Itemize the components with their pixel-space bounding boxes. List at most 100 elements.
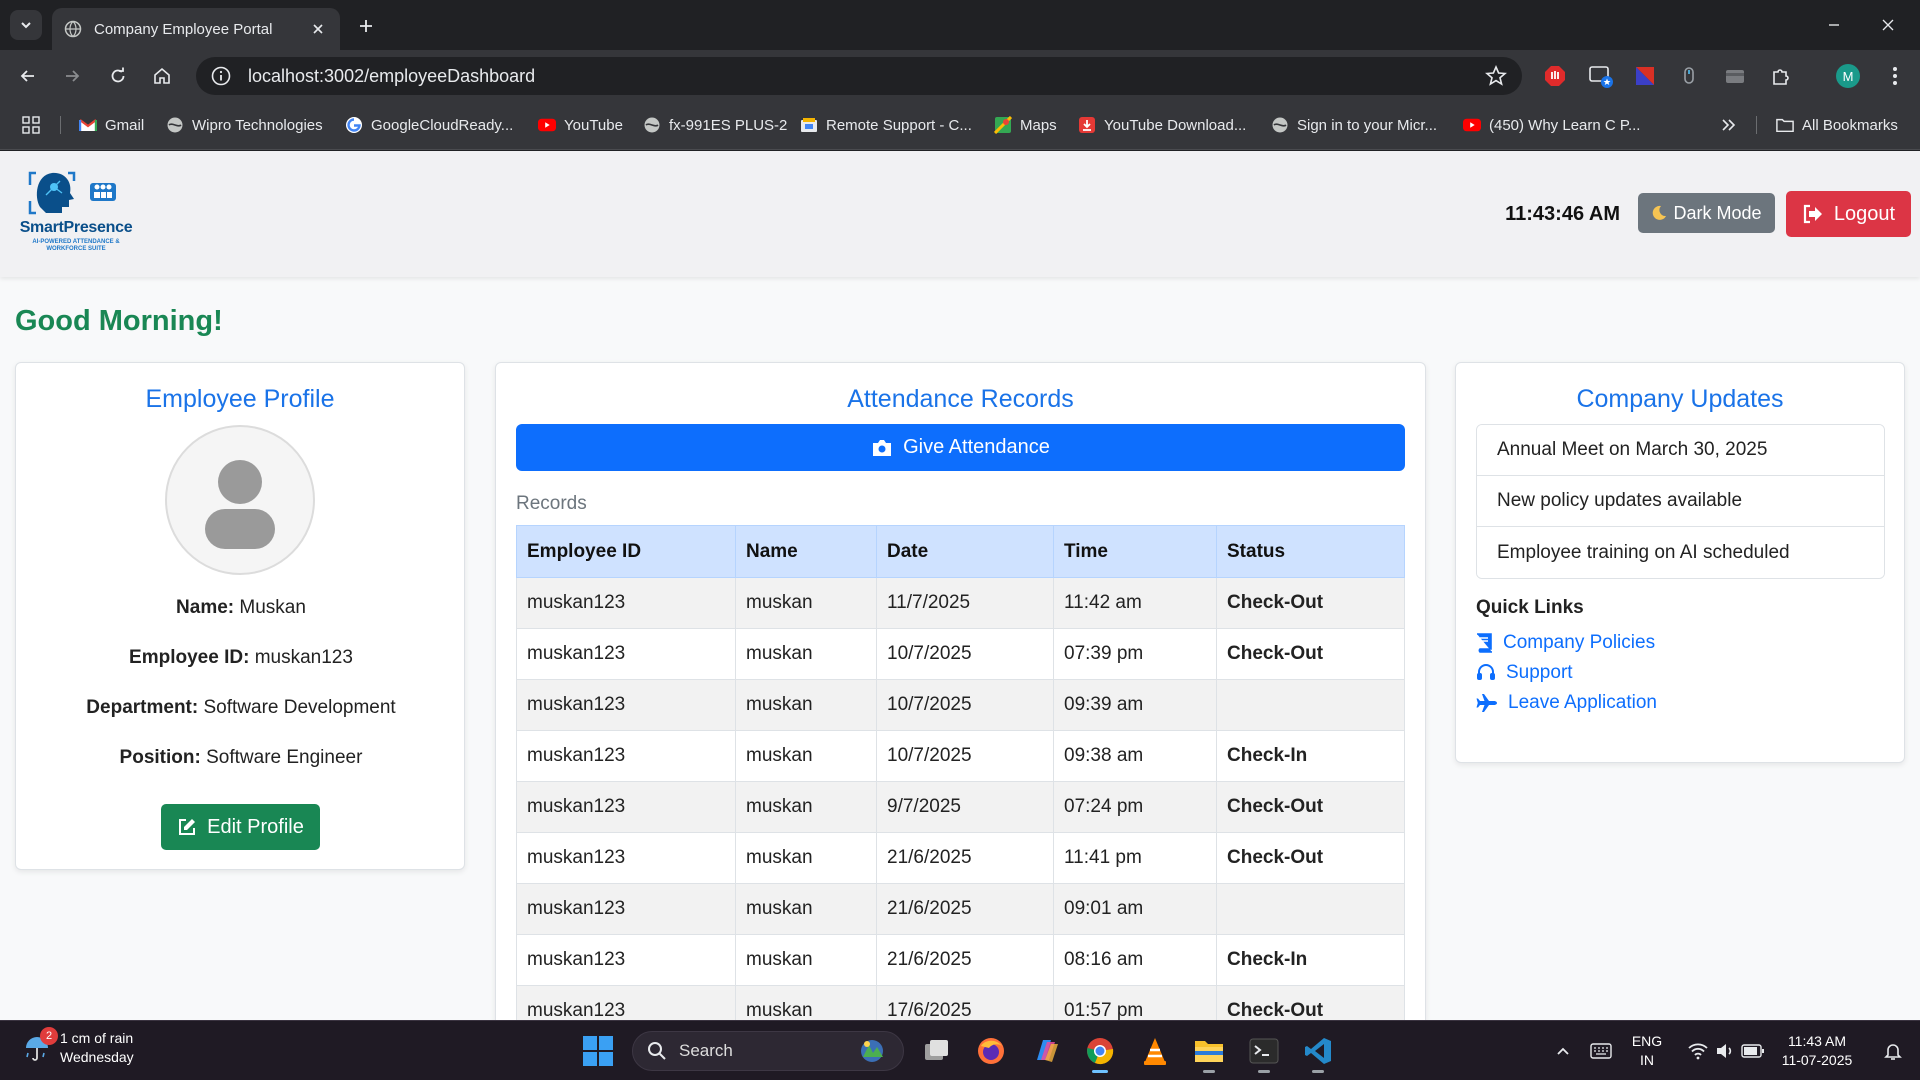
- table-row: muskan123 muskan 21/6/2025 11:41 pm Chec…: [516, 832, 1405, 884]
- globe-icon: [64, 20, 82, 38]
- bookmark-microsoft-signin[interactable]: Sign in to your Micr...: [1271, 114, 1437, 136]
- vlc-icon[interactable]: [1137, 1033, 1173, 1069]
- table-row: muskan123 muskan 11/7/2025 11:42 am Chec…: [516, 577, 1405, 629]
- extensions-puzzle-icon[interactable]: [1768, 63, 1794, 89]
- bookmark-separator: [60, 116, 61, 134]
- update-item: Annual Meet on March 30, 2025: [1477, 425, 1884, 476]
- bookmarks-overflow-icon[interactable]: [1720, 114, 1736, 136]
- give-attendance-button[interactable]: Give Attendance: [516, 424, 1405, 471]
- chevron-down-icon: [19, 18, 33, 32]
- chevron-up-icon[interactable]: [1545, 1033, 1581, 1069]
- cell-employee-id: muskan123: [516, 883, 736, 935]
- bookmark-wipro[interactable]: Wipro Technologies: [166, 114, 323, 136]
- cell-date: 11/7/2025: [876, 577, 1054, 629]
- close-window-button[interactable]: [1868, 10, 1908, 40]
- file-explorer-icon[interactable]: [1191, 1033, 1227, 1073]
- vscode-icon[interactable]: [1300, 1033, 1336, 1073]
- link-support[interactable]: Support: [1476, 662, 1573, 684]
- bookmark-label: YouTube Download...: [1104, 116, 1247, 134]
- cell-employee-id: muskan123: [516, 985, 736, 1020]
- current-time: 11:43:46 AM: [1505, 203, 1620, 225]
- open-indicator: [1258, 1070, 1270, 1073]
- bookmark-why-learn-c[interactable]: (450) Why Learn C P...: [1463, 114, 1640, 136]
- table-row: muskan123 muskan 17/6/2025 01:57 pm Chec…: [516, 985, 1405, 1020]
- gmail-icon: [79, 116, 97, 134]
- cell-status: [1216, 679, 1405, 731]
- field-value: Software Engineer: [206, 747, 363, 768]
- star-icon[interactable]: [1484, 64, 1508, 88]
- url-text[interactable]: localhost:3002/employeeDashboard: [248, 66, 1484, 87]
- back-button[interactable]: [12, 60, 44, 92]
- reload-button[interactable]: [102, 60, 134, 92]
- open-indicator: [1203, 1070, 1215, 1073]
- bookmark-gmail[interactable]: Gmail: [79, 114, 144, 136]
- headset-icon: [1476, 663, 1496, 683]
- cell-employee-id: muskan123: [516, 628, 736, 680]
- cell-time: 09:01 am: [1053, 883, 1217, 935]
- new-tab-button[interactable]: [352, 12, 380, 40]
- cell-employee-id: muskan123: [516, 934, 736, 986]
- all-bookmarks[interactable]: All Bookmarks: [1776, 114, 1898, 136]
- copilot-icon[interactable]: [1028, 1033, 1064, 1069]
- weather-widget[interactable]: 2 1 cm of rain Wednesday: [22, 1027, 134, 1067]
- tab-search-button[interactable]: [10, 10, 42, 40]
- logout-button[interactable]: Logout: [1786, 191, 1911, 237]
- cell-date: 21/6/2025: [876, 832, 1054, 884]
- profile-avatar[interactable]: M: [1836, 64, 1860, 88]
- apps-grid-icon[interactable]: [22, 114, 40, 136]
- smartpresence-logo[interactable]: SmartPresence AI-POWERED ATTENDANCE & WO…: [16, 167, 136, 259]
- clock-widget[interactable]: 11:43 AM 11-07-2025: [1777, 1032, 1857, 1070]
- keyboard-icon[interactable]: [1583, 1033, 1619, 1069]
- extension-flag-icon[interactable]: [1632, 63, 1658, 89]
- bookmark-fx991[interactable]: fx-991ES PLUS-2: [643, 114, 787, 136]
- browser-tab-active[interactable]: Company Employee Portal: [52, 8, 340, 50]
- dark-mode-button[interactable]: Dark Mode: [1638, 193, 1775, 233]
- extension-card-icon[interactable]: [1722, 63, 1748, 89]
- restore-window-button[interactable]: [1814, 10, 1854, 40]
- extension-adblock-icon[interactable]: [1542, 63, 1568, 89]
- chrome-icon[interactable]: [1082, 1033, 1118, 1073]
- attendance-table: Employee ID Name Date Time Status muskan…: [516, 525, 1405, 1020]
- address-bar[interactable]: localhost:3002/employeeDashboard: [196, 57, 1522, 95]
- bookmark-youtube[interactable]: YouTube: [538, 114, 623, 136]
- extension-screen-icon[interactable]: [1588, 63, 1614, 89]
- download-icon: [1078, 116, 1096, 134]
- bookmark-maps[interactable]: Maps: [994, 114, 1057, 136]
- task-view-icon[interactable]: [919, 1033, 955, 1069]
- user-avatar-icon: [165, 425, 315, 575]
- language-indicator[interactable]: ENG IN: [1627, 1032, 1667, 1070]
- link-leave-application[interactable]: Leave Application: [1476, 692, 1657, 714]
- language-line-2: IN: [1640, 1052, 1654, 1068]
- attendance-title: Attendance Records: [847, 385, 1074, 413]
- attendance-records-card: Attendance Records Give Attendance Recor…: [495, 362, 1426, 1020]
- notification-bell-icon[interactable]: [1875, 1033, 1911, 1069]
- taskbar-search[interactable]: Search: [632, 1031, 904, 1071]
- field-label: Position:: [119, 747, 201, 768]
- home-button[interactable]: [146, 60, 178, 92]
- cell-time: 08:16 am: [1053, 934, 1217, 986]
- link-company-policies[interactable]: Company Policies: [1476, 632, 1655, 654]
- column-header-status: Status: [1216, 525, 1405, 578]
- tab-close-icon[interactable]: [308, 19, 328, 39]
- tab-title: Company Employee Portal: [94, 20, 273, 38]
- profile-department: Department: Software Development: [16, 697, 466, 719]
- bookmark-googlecloud[interactable]: GoogleCloudReady...: [345, 114, 513, 136]
- logo-text: SmartPresence: [19, 219, 133, 236]
- battery-icon[interactable]: [1735, 1033, 1771, 1069]
- cell-time: 11:41 pm: [1053, 832, 1217, 884]
- bookmark-remote-support[interactable]: Remote Support - C...: [800, 114, 972, 136]
- firefox-icon[interactable]: [973, 1033, 1009, 1069]
- edit-profile-button[interactable]: Edit Profile: [161, 804, 320, 850]
- cell-name: muskan: [735, 832, 877, 884]
- column-header-time: Time: [1053, 525, 1217, 578]
- bookmark-youtube-download[interactable]: YouTube Download...: [1078, 114, 1246, 136]
- terminal-icon[interactable]: [1246, 1033, 1282, 1073]
- extension-mouse-icon[interactable]: [1676, 63, 1702, 89]
- info-icon[interactable]: [210, 65, 232, 87]
- profile-position: Position: Software Engineer: [16, 747, 466, 769]
- more-menu-icon[interactable]: [1882, 63, 1908, 89]
- forward-button[interactable]: [56, 60, 88, 92]
- cell-name: muskan: [735, 730, 877, 782]
- language-line-1: ENG: [1631, 1033, 1663, 1049]
- windows-start-icon[interactable]: [582, 1035, 614, 1067]
